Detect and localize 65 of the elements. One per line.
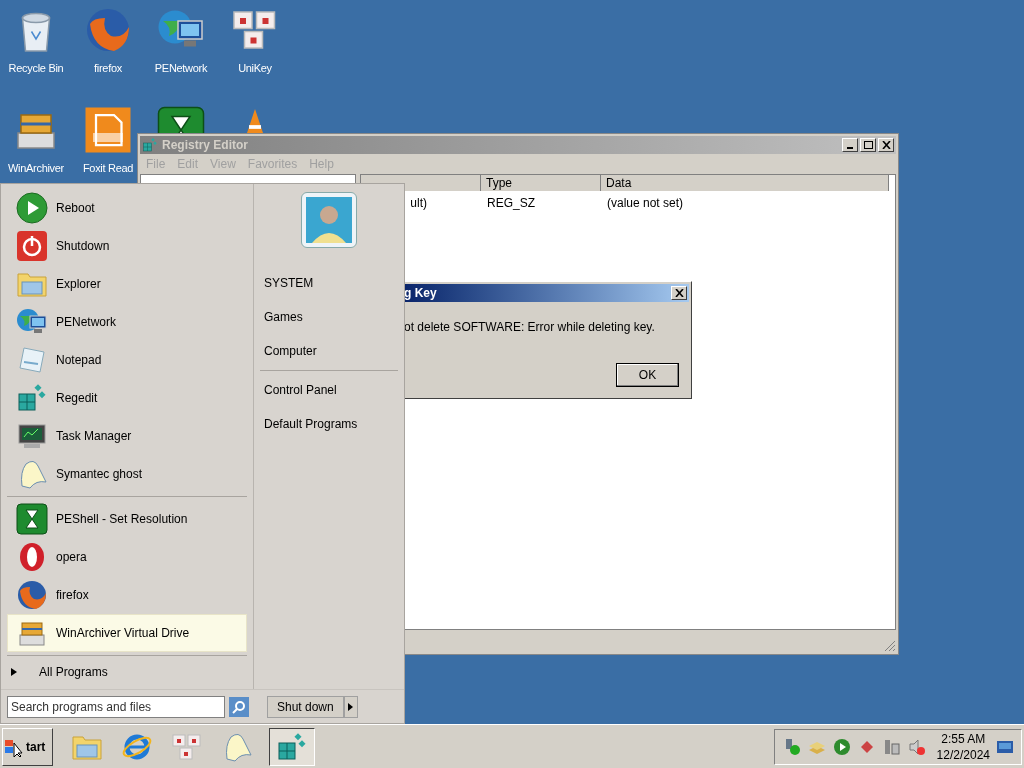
place-item[interactable]: Default Programs (260, 407, 398, 441)
taskbar-button[interactable] (269, 727, 315, 766)
expand-arrow-icon (11, 668, 17, 676)
search-icon (232, 699, 246, 714)
window-title: Registry Editor (162, 137, 248, 154)
menu-item[interactable]: Notepad (7, 341, 247, 379)
menu-item[interactable]: PENetwork (7, 303, 247, 341)
menu-item[interactable]: PEShell - Set Resolution (7, 500, 247, 538)
menu-item[interactable]: Reboot (7, 189, 247, 227)
clock-time[interactable]: 2:55 AM (941, 730, 986, 747)
error-message: ot delete SOFTWARE: Error while deleting key. (404, 319, 656, 336)
icon-label[interactable]: firefox (94, 60, 122, 77)
document-icon (84, 106, 132, 154)
globe-icon (84, 6, 132, 54)
menu-item[interactable]: Task Manager (7, 417, 247, 455)
caret-icon (348, 702, 354, 711)
column-header[interactable]: Data (601, 175, 889, 191)
globe-icon (16, 579, 48, 611)
place-item[interactable]: Games (260, 300, 398, 334)
maximize-icon (863, 141, 873, 149)
cubes-icon (16, 382, 48, 414)
place-item[interactable]: SYSTEM (260, 266, 398, 300)
clock-date[interactable]: 12/2/2024 (936, 746, 990, 763)
place-item[interactable]: Computer (260, 334, 398, 368)
menu-item[interactable]: Symantec ghost (7, 455, 247, 493)
muted-speaker-icon[interactable] (907, 737, 926, 756)
hourglass-icon (16, 503, 48, 535)
close-icon (674, 289, 684, 297)
menu-item[interactable]: WinArchiver Virtual Drive (7, 614, 247, 652)
play-icon (16, 192, 48, 224)
play-icon[interactable] (832, 737, 851, 756)
table-cell-text: ult) (409, 195, 428, 212)
close-icon (881, 141, 891, 149)
icon-label[interactable]: Recycle Bin (8, 60, 64, 77)
search-button[interactable] (229, 696, 249, 717)
cubes-icon (142, 137, 158, 153)
network-icon[interactable] (882, 737, 901, 756)
minimize-button[interactable] (842, 138, 858, 152)
icon-label[interactable]: Foxit Read (82, 160, 134, 177)
icon-label[interactable]: PENetwork (154, 60, 208, 77)
power-icon (16, 230, 48, 262)
menu-item[interactable]: Shutdown (7, 227, 247, 265)
close-button[interactable] (671, 286, 687, 300)
notepad-icon (16, 344, 48, 376)
shut-down-button[interactable]: Shut down (267, 695, 344, 718)
dialog-title: g Key (404, 285, 437, 302)
menu-item[interactable]: firefox (7, 576, 247, 614)
menu-item[interactable]: Explorer (7, 265, 247, 303)
table-cell-text: REG_SZ (486, 195, 536, 212)
menu-item[interactable]: opera (7, 538, 247, 576)
hourglass-icon[interactable] (157, 106, 205, 133)
start-button[interactable]: tart (2, 727, 53, 766)
maximize-button[interactable] (860, 138, 876, 152)
place-item[interactable]: Control Panel (260, 373, 398, 407)
icon-label[interactable]: UniKey (238, 60, 272, 77)
show-desktop-icon[interactable] (997, 739, 1013, 754)
search-field[interactable]: Search programs and files (7, 695, 225, 718)
table-cell-text: (value not set) (606, 195, 685, 212)
column-header[interactable]: Type (481, 175, 601, 191)
all-programs-item[interactable]: All Programs (7, 659, 247, 685)
resize-grip-icon[interactable] (884, 640, 896, 652)
ok-button[interactable]: OK (616, 363, 679, 387)
menu-item[interactable]: Regedit (7, 379, 247, 417)
icon-label[interactable]: WinArchiver (8, 160, 64, 177)
close-button[interactable] (878, 138, 894, 152)
